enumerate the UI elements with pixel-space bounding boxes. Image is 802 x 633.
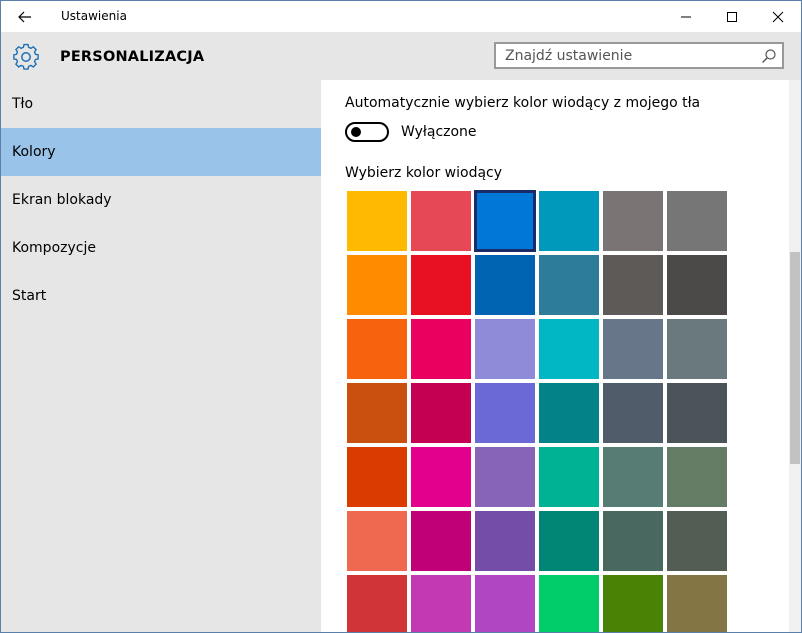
- back-button[interactable]: [8, 3, 42, 31]
- color-swatch[interactable]: [411, 383, 471, 443]
- color-swatch[interactable]: [475, 447, 535, 507]
- color-swatch[interactable]: [603, 319, 663, 379]
- section-title: PERSONALIZACJA: [60, 49, 205, 65]
- color-swatch[interactable]: [539, 383, 599, 443]
- color-swatch[interactable]: [411, 319, 471, 379]
- colors-content: Automatycznie wybierz kolor wiodący z mo…: [321, 80, 789, 632]
- color-swatch[interactable]: [539, 191, 599, 251]
- color-swatch[interactable]: [347, 447, 407, 507]
- auto-accent-toggle[interactable]: [345, 122, 389, 142]
- color-swatch[interactable]: [347, 191, 407, 251]
- color-swatch[interactable]: [539, 575, 599, 632]
- color-swatch[interactable]: [411, 255, 471, 315]
- color-swatch[interactable]: [667, 447, 727, 507]
- color-swatch[interactable]: [347, 575, 407, 632]
- color-swatch[interactable]: [347, 383, 407, 443]
- color-swatch[interactable]: [475, 319, 535, 379]
- sidebar-item-kolory[interactable]: Kolory: [1, 128, 321, 176]
- minimize-button[interactable]: [663, 1, 709, 32]
- scrollbar-thumb[interactable]: [790, 252, 800, 464]
- color-swatch[interactable]: [603, 511, 663, 571]
- arrow-left-icon: [18, 11, 31, 23]
- title-bar: Ustawienia: [1, 1, 801, 32]
- color-swatch[interactable]: [603, 575, 663, 632]
- color-swatch[interactable]: [539, 511, 599, 571]
- color-swatch[interactable]: [411, 191, 471, 251]
- color-swatch[interactable]: [667, 255, 727, 315]
- color-swatch[interactable]: [347, 255, 407, 315]
- window-title: Ustawienia: [61, 9, 127, 23]
- color-swatch[interactable]: [347, 511, 407, 571]
- color-swatch[interactable]: [475, 255, 535, 315]
- color-swatch[interactable]: [411, 511, 471, 571]
- color-swatch[interactable]: [475, 511, 535, 571]
- content-scrollbar[interactable]: [789, 80, 801, 632]
- close-button[interactable]: [755, 1, 801, 32]
- color-swatch[interactable]: [475, 383, 535, 443]
- sidebar-item-tlo[interactable]: Tło: [1, 80, 321, 128]
- color-swatch[interactable]: [603, 447, 663, 507]
- color-swatch[interactable]: [603, 255, 663, 315]
- pick-accent-label: Wybierz kolor wiodący: [345, 165, 503, 181]
- search-input[interactable]: [496, 44, 765, 67]
- color-swatch[interactable]: [411, 575, 471, 632]
- auto-accent-state: Wyłączone: [401, 124, 477, 140]
- color-swatch[interactable]: [539, 447, 599, 507]
- settings-header: PERSONALIZACJA: [1, 32, 801, 80]
- color-swatch[interactable]: [539, 319, 599, 379]
- sidebar-item-start[interactable]: Start: [1, 272, 321, 320]
- color-swatch[interactable]: [667, 575, 727, 632]
- color-swatch[interactable]: [667, 511, 727, 571]
- color-swatch[interactable]: [539, 255, 599, 315]
- color-swatch[interactable]: [667, 191, 727, 251]
- color-swatch[interactable]: [347, 319, 407, 379]
- color-swatch[interactable]: [474, 190, 536, 252]
- color-swatch[interactable]: [603, 191, 663, 251]
- settings-window: Ustawienia PERSONALIZACJA Znajdź ustawie…: [0, 0, 802, 633]
- sidebar-item-kompozycje[interactable]: Kompozycje: [1, 224, 321, 272]
- sidebar-item-ekran-blokady[interactable]: Ekran blokady: [1, 176, 321, 224]
- color-swatch[interactable]: [667, 383, 727, 443]
- toggle-knob: [351, 127, 361, 137]
- maximize-icon: [727, 11, 737, 22]
- color-swatch[interactable]: [411, 447, 471, 507]
- minimize-icon: [681, 16, 691, 17]
- color-swatch[interactable]: [475, 575, 535, 632]
- search-icon[interactable]: [761, 48, 777, 64]
- search-box[interactable]: [494, 42, 784, 69]
- gear-icon: [13, 43, 39, 70]
- maximize-button[interactable]: [709, 1, 755, 32]
- auto-accent-label: Automatycznie wybierz kolor wiodący z mo…: [345, 95, 701, 111]
- close-icon: [772, 11, 784, 22]
- sidebar-nav: Tło Kolory Ekran blokady Kompozycje Star…: [1, 80, 321, 632]
- color-swatch[interactable]: [667, 319, 727, 379]
- color-swatch[interactable]: [603, 383, 663, 443]
